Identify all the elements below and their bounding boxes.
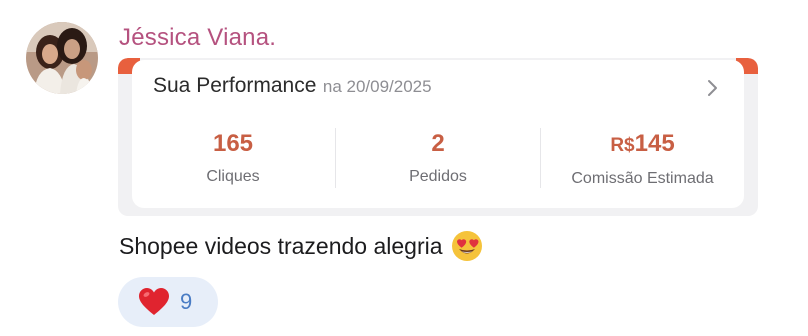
chevron-right-icon[interactable] bbox=[706, 78, 720, 98]
stat-value: R$145 bbox=[541, 130, 744, 160]
author-name[interactable]: Jéssica Viana. bbox=[119, 24, 276, 52]
stat-label: Pedidos bbox=[409, 168, 467, 185]
stat-orders: 2 Pedidos bbox=[336, 130, 540, 192]
avatar[interactable] bbox=[26, 22, 98, 94]
card-date: na 20/09/2025 bbox=[322, 77, 432, 96]
card-title: Sua Performance bbox=[153, 74, 317, 97]
reaction-count: 9 bbox=[180, 289, 193, 314]
stat-clicks: 165 Cliques bbox=[132, 130, 334, 192]
commission-amount: 145 bbox=[634, 130, 675, 157]
stat-label: Comissão Estimada bbox=[571, 170, 714, 187]
stat-value: 2 bbox=[431, 130, 445, 157]
performance-card[interactable]: Sua Performance na 20/09/2025 165 Clique… bbox=[118, 58, 758, 216]
performance-card-body[interactable]: Sua Performance na 20/09/2025 165 Clique… bbox=[132, 60, 744, 208]
stat-value: 165 bbox=[212, 130, 254, 157]
message-text: Shopee videos trazendo alegria bbox=[119, 230, 483, 264]
currency-symbol: R$ bbox=[610, 135, 635, 156]
heart-eyes-emoji-icon bbox=[451, 230, 483, 262]
reaction-pill[interactable]: 9 bbox=[118, 277, 218, 327]
message-body: Shopee videos trazendo alegria bbox=[119, 233, 443, 260]
stat-label: Cliques bbox=[206, 168, 260, 185]
heart-icon bbox=[138, 287, 170, 317]
stat-commission: R$145 Comissão Estimada bbox=[541, 130, 744, 192]
card-header: Sua Performance na 20/09/2025 bbox=[153, 74, 432, 98]
